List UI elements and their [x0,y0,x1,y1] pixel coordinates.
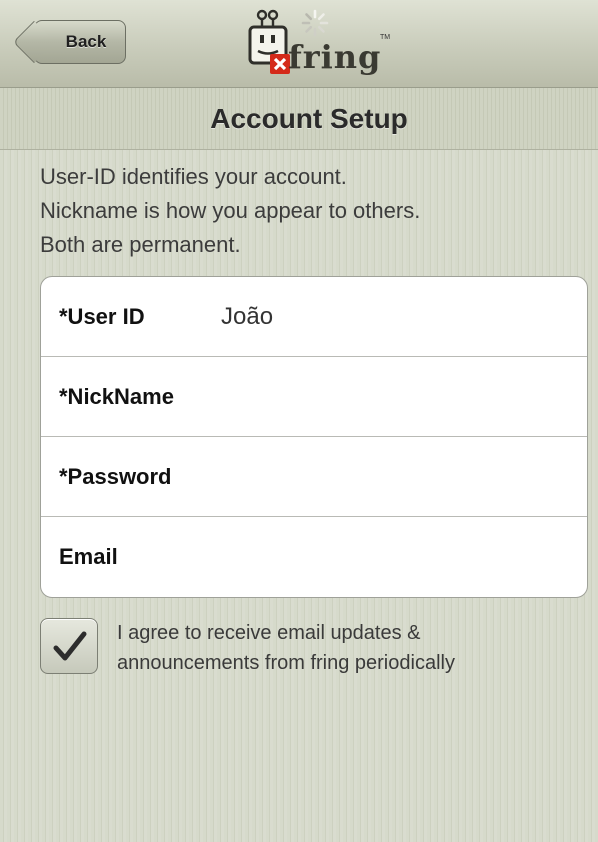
navigation-bar: Back fring TM [0,0,598,88]
back-button[interactable]: Back [34,20,126,64]
user-id-label: *User ID [59,303,145,329]
fring-logo-text: fring [288,38,382,76]
user-id-field[interactable]: *User ID João [41,277,587,357]
password-label: *Password [59,463,172,489]
user-id-input[interactable]: João [221,303,587,331]
email-updates-checkbox[interactable] [40,618,98,674]
agreement-text: I agree to receive email updates & annou… [117,618,587,678]
checkmark-icon [53,631,87,661]
description-line: User-ID identifies your account. [40,164,347,189]
agreement-line: I agree to receive email updates & [117,622,421,644]
agreement-line: announcements from fring periodically [117,652,455,674]
nickname-label: *NickName [59,383,174,409]
email-label: Email [59,544,118,569]
email-field[interactable]: Email [41,517,587,597]
fring-logo: fring TM [240,8,400,80]
loading-spinner-icon [301,9,329,37]
account-description: User-ID identifies your account. Nicknam… [40,160,580,262]
password-field[interactable]: *Password [41,437,587,517]
trademark-symbol: TM [380,34,391,41]
page-title: Account Setup [210,102,408,134]
nickname-field[interactable]: *NickName [41,357,587,437]
back-button-label: Back [65,32,107,51]
account-form: *User ID João *NickName *Password Email [40,276,588,598]
description-line: Both are permanent. [40,232,241,257]
description-line: Nickname is how you appear to others. [40,198,421,223]
email-updates-agreement: I agree to receive email updates & annou… [40,616,588,680]
title-bar: Account Setup [0,88,598,150]
